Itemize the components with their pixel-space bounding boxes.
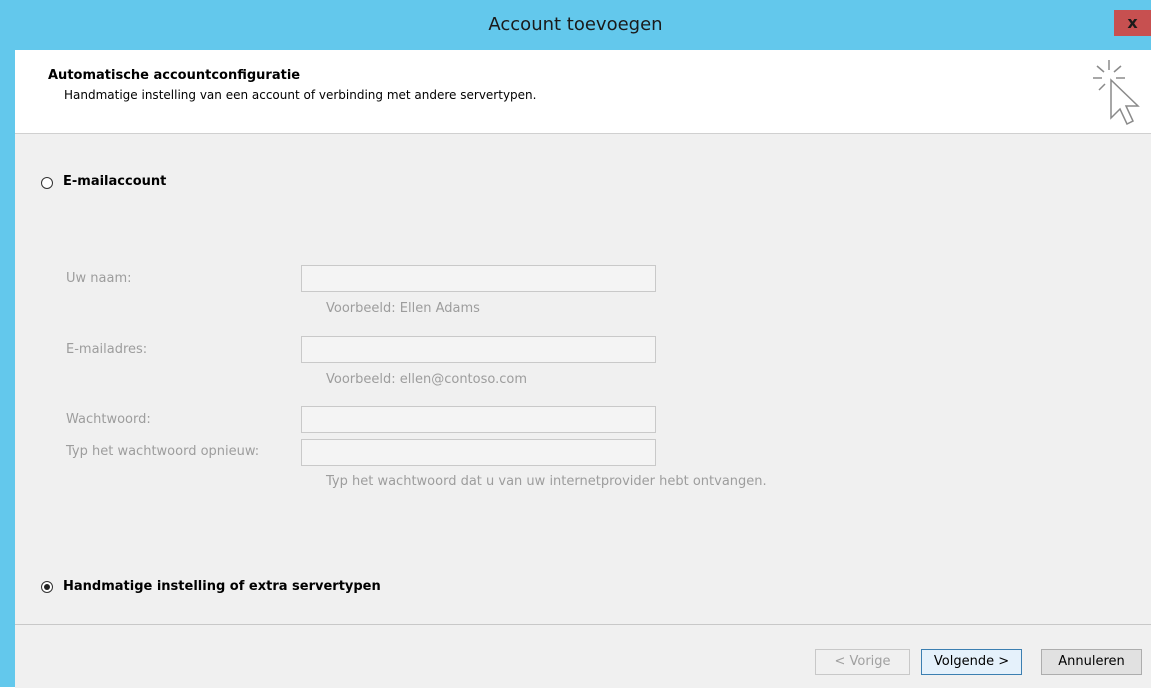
back-button[interactable]: < Vorige — [815, 649, 910, 675]
password-repeat-input[interactable] — [301, 439, 656, 466]
manual-setup-radio[interactable] — [41, 581, 53, 593]
dialog-header: Automatische accountconfiguratie Handmat… — [15, 50, 1151, 134]
password-input[interactable] — [301, 406, 656, 433]
next-button[interactable]: Volgende > — [921, 649, 1022, 675]
dialog-footer: < Vorige Volgende > Annuleren — [15, 624, 1151, 688]
close-button[interactable]: x — [1114, 10, 1151, 36]
password-label: Wachtwoord: — [66, 412, 151, 427]
cursor-click-icon — [1093, 60, 1140, 126]
header-subtitle: Handmatige instelling van een account of… — [64, 88, 537, 102]
email-label: E-mailadres: — [66, 342, 148, 357]
password-repeat-label: Typ het wachtwoord opnieuw: — [66, 444, 260, 459]
email-input[interactable] — [301, 336, 656, 363]
email-hint: Voorbeeld: ellen@contoso.com — [326, 372, 528, 387]
dialog-body: E-mailaccount Uw naam: Voorbeeld: Ellen … — [15, 134, 1151, 624]
cancel-button[interactable]: Annuleren — [1041, 649, 1142, 675]
name-hint: Voorbeeld: Ellen Adams — [326, 301, 480, 316]
window-frame-left — [0, 50, 15, 687]
title-bar: Account toevoegen x — [0, 0, 1151, 50]
name-label: Uw naam: — [66, 271, 132, 286]
email-account-label[interactable]: E-mailaccount — [63, 174, 166, 189]
name-input[interactable] — [301, 265, 656, 292]
email-account-radio[interactable] — [41, 177, 53, 189]
header-title: Automatische accountconfiguratie — [48, 68, 301, 83]
window-title: Account toevoegen — [488, 14, 663, 35]
password-hint: Typ het wachtwoord dat u van uw internet… — [326, 474, 767, 489]
manual-setup-label[interactable]: Handmatige instelling of extra servertyp… — [63, 579, 381, 594]
